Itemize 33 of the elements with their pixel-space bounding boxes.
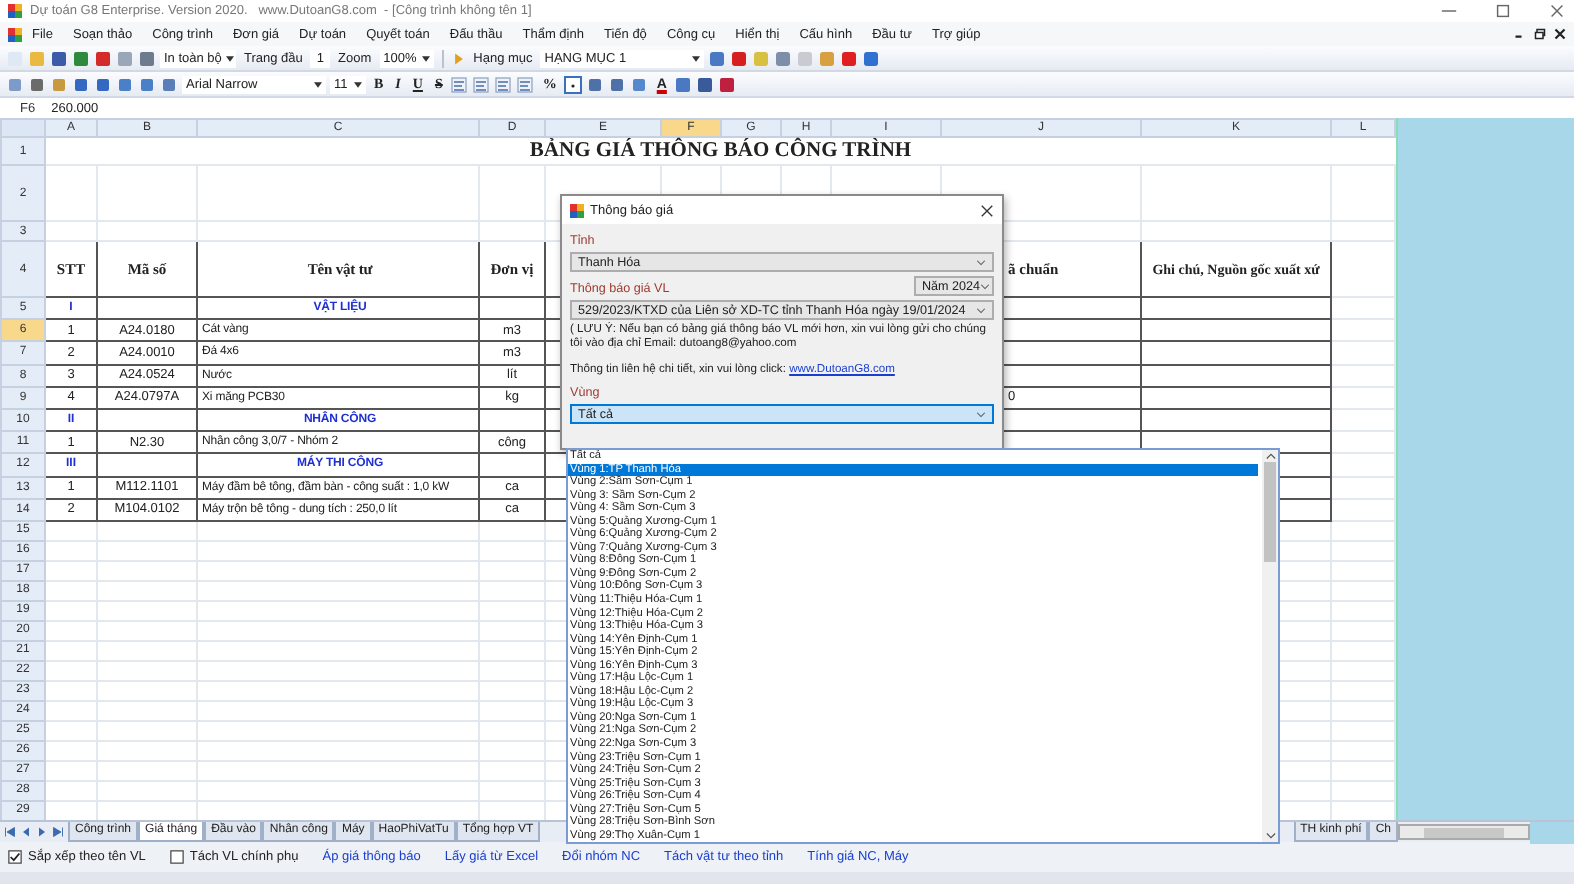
last-sheet-icon[interactable] xyxy=(52,826,64,838)
caret-icon xyxy=(354,81,362,87)
chevron-icon xyxy=(980,283,991,289)
scroll-down-icon[interactable] xyxy=(1265,832,1275,840)
vertical-scrollbar[interactable] xyxy=(1262,450,1278,842)
chevron-icon xyxy=(976,259,986,265)
previous-sheet-icon[interactable] xyxy=(20,826,32,838)
caret-icon xyxy=(314,81,322,87)
horizontal-scrollbar[interactable] xyxy=(1398,824,1530,840)
maximize-icon[interactable] xyxy=(1494,2,1512,20)
chevron-icon xyxy=(976,411,986,417)
comma-style-icon[interactable] xyxy=(564,75,583,93)
chevron-icon xyxy=(976,307,986,313)
app-logo-icon xyxy=(8,4,22,18)
app-logo-icon xyxy=(570,203,584,217)
align-center-icon[interactable] xyxy=(472,75,491,93)
restore-icon[interactable] xyxy=(1534,28,1546,40)
align-right-icon[interactable] xyxy=(494,75,513,93)
caret-icon xyxy=(421,55,430,61)
align-left-icon[interactable] xyxy=(450,75,469,93)
checkbox[interactable] xyxy=(169,850,184,864)
first-sheet-icon[interactable] xyxy=(4,826,16,838)
close-icon[interactable] xyxy=(1554,28,1566,40)
scroll-up-icon[interactable] xyxy=(1265,452,1275,460)
close-icon[interactable] xyxy=(980,203,994,217)
checkbox[interactable] xyxy=(8,850,22,864)
caret-icon xyxy=(225,55,234,61)
next-sheet-icon[interactable] xyxy=(36,826,48,838)
sheet-title: BẢNG GIÁ THÔNG BÁO CÔNG TRÌNH xyxy=(529,140,912,162)
merge-cells-icon[interactable] xyxy=(516,75,535,93)
caret-icon xyxy=(692,55,701,61)
app-logo-icon xyxy=(8,27,22,41)
play-arrow-icon xyxy=(451,51,466,65)
